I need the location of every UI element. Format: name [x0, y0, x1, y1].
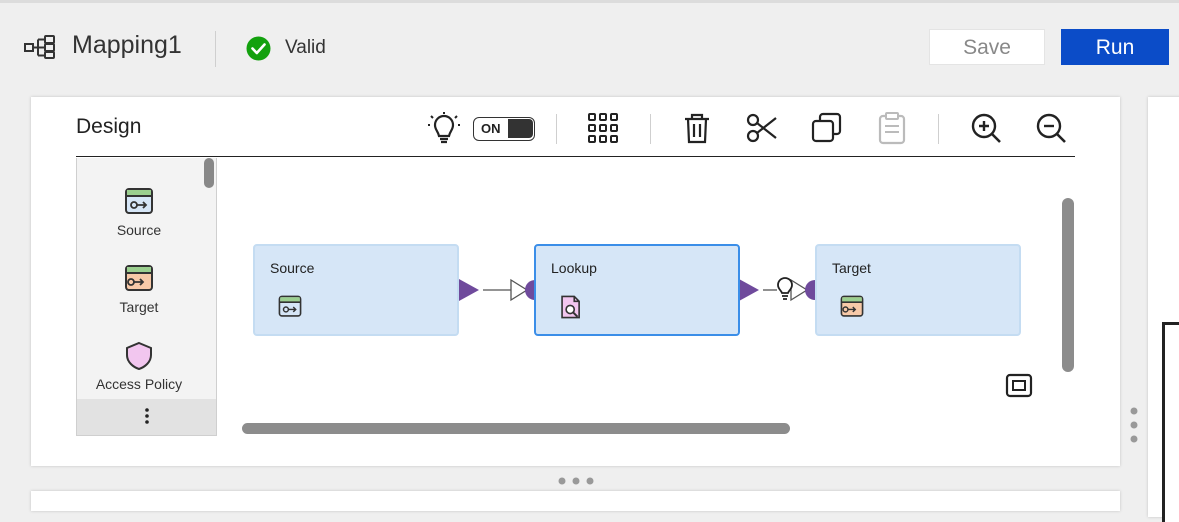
node-label: Source [270, 260, 315, 276]
header: Mapping1 Valid Save Run [0, 3, 1179, 91]
node-label: Lookup [551, 260, 597, 276]
more-vertical-icon [144, 408, 149, 424]
target-transform-icon [77, 263, 201, 295]
toolbar-underline [76, 156, 1075, 157]
paste-icon[interactable] [875, 111, 909, 145]
lookup-icon [558, 294, 584, 320]
mapping-icon [24, 35, 58, 59]
panel-resize-handle[interactable] [557, 476, 597, 486]
properties-panel [31, 491, 1120, 511]
canvas-horizontal-scrollbar[interactable] [242, 423, 790, 434]
palette-item-label: Source [116, 222, 162, 238]
source-transform-icon [277, 294, 303, 320]
source-transform-icon [77, 186, 201, 218]
mapping-canvas[interactable]: Source Lookup Target [217, 158, 1085, 438]
check-circle-icon [246, 36, 271, 61]
palette-item-target[interactable]: Target [77, 263, 201, 315]
transformation-palette: Source Target Access Policy [76, 158, 217, 436]
delete-icon[interactable] [680, 111, 714, 145]
toolbar-divider [650, 114, 651, 144]
palette-item-label: Access Policy [95, 376, 183, 392]
toolbar-divider [556, 114, 557, 144]
shield-icon [77, 340, 201, 372]
canvas-node-lookup[interactable]: Lookup [534, 244, 740, 336]
zoom-out-icon[interactable] [1034, 111, 1068, 145]
canvas-node-target[interactable]: Target [815, 244, 1021, 336]
page-title: Mapping1 [72, 31, 182, 59]
palette-more-button[interactable] [77, 399, 216, 435]
link-source-lookup [459, 278, 545, 302]
save-button[interactable]: Save [929, 29, 1045, 65]
validation-status: Valid [285, 37, 326, 58]
toggle-label: ON [481, 121, 501, 136]
target-transform-icon [839, 294, 865, 320]
palette-item-label: Target [119, 299, 159, 315]
recommendation-lightbulb-icon [777, 277, 793, 300]
recommendation-lightbulb-icon[interactable] [427, 111, 461, 145]
cut-icon[interactable] [745, 111, 779, 145]
design-panel-title: Design [76, 115, 142, 138]
preview-thumbnail [1162, 322, 1179, 522]
node-label: Target [832, 260, 871, 276]
header-divider [215, 31, 216, 67]
canvas-vertical-scrollbar[interactable] [1062, 198, 1074, 372]
palette-item-access-policy[interactable]: Access Policy [77, 340, 201, 392]
grid-icon[interactable] [586, 111, 620, 145]
run-button[interactable]: Run [1061, 29, 1169, 65]
toolbar-divider [938, 114, 939, 144]
zoom-in-icon[interactable] [969, 111, 1003, 145]
palette-scrollbar[interactable] [204, 158, 214, 188]
canvas-node-source[interactable]: Source [253, 244, 459, 336]
side-panel-resize-handle[interactable] [1129, 406, 1139, 446]
copy-icon[interactable] [810, 111, 844, 145]
fit-to-screen-icon[interactable] [1005, 372, 1033, 400]
recommendations-toggle[interactable]: ON [473, 117, 535, 141]
design-panel: Design ON Source Target Access Policy So… [31, 97, 1120, 466]
toggle-knob [508, 119, 533, 138]
right-side-panel [1148, 97, 1179, 522]
palette-item-source[interactable]: Source [77, 186, 201, 238]
